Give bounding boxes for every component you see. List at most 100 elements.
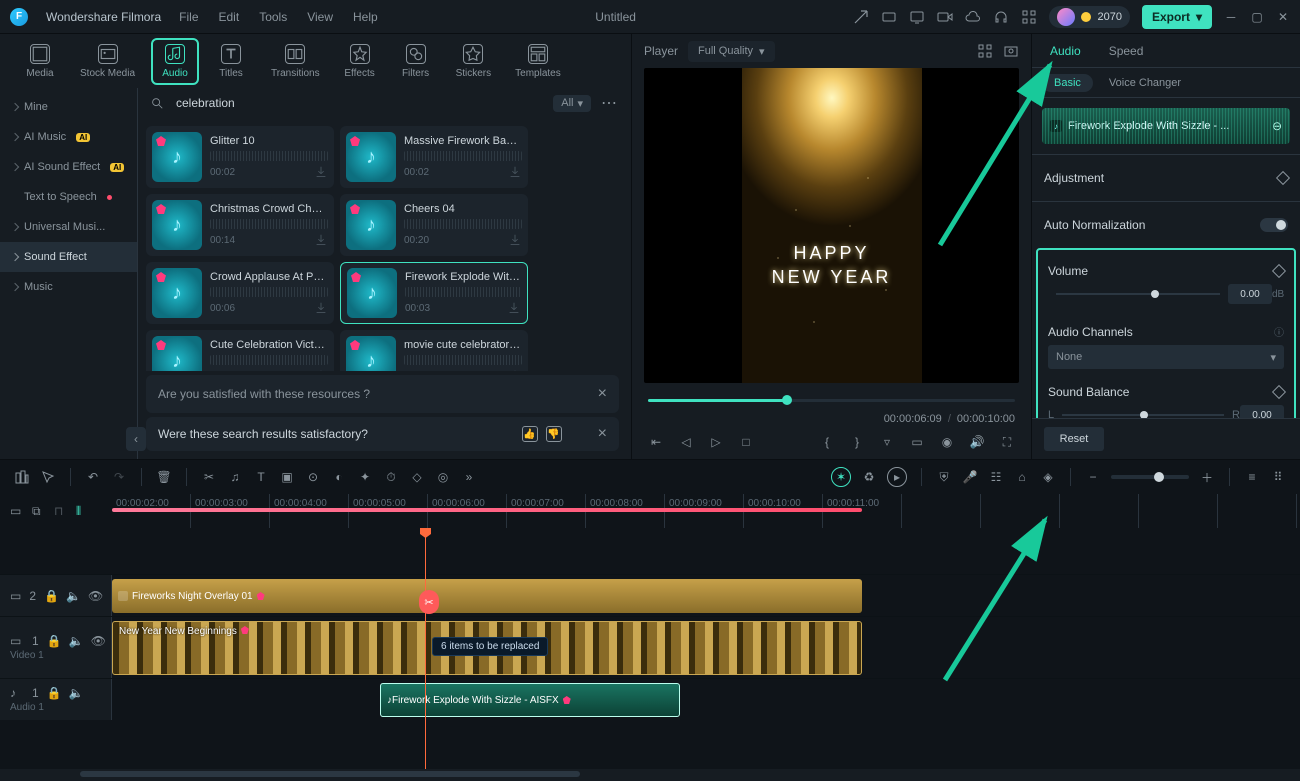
snap-icon[interactable]: ⫴: [76, 504, 90, 518]
sidebar-item-tts[interactable]: Text to Speech: [0, 182, 137, 212]
track-manage-icon[interactable]: ▭: [10, 504, 24, 518]
zoom-in-button[interactable]: ＋: [1199, 469, 1215, 485]
tag-icon[interactable]: ⌂: [1014, 469, 1030, 485]
tab-media[interactable]: Media: [16, 40, 64, 83]
keyframe-icon[interactable]: [1272, 264, 1286, 278]
timer-tool-icon[interactable]: ⏱: [383, 469, 399, 485]
subtab-voice-changer[interactable]: Voice Changer: [1109, 77, 1181, 89]
tab-stock-media[interactable]: Stock Media: [72, 40, 143, 83]
download-icon[interactable]: [314, 233, 328, 247]
tab-effects[interactable]: Effects: [336, 40, 384, 83]
menu-view[interactable]: View: [307, 10, 333, 24]
tl-select-icon[interactable]: [40, 469, 56, 485]
tab-filters[interactable]: Filters: [392, 40, 440, 83]
inspector-tab-speed[interactable]: Speed: [1109, 44, 1144, 58]
lock-icon[interactable]: 🔒: [47, 686, 61, 700]
marker-tool-icon[interactable]: ◈: [1040, 469, 1056, 485]
sidebar-item-universal[interactable]: Universal Musi...: [0, 212, 137, 242]
speed-tool-icon[interactable]: ⊙: [305, 469, 321, 485]
color-tool-icon[interactable]: ◐: [331, 469, 347, 485]
close-icon[interactable]: ×: [598, 425, 607, 443]
cloud-icon[interactable]: [965, 9, 981, 25]
pip-icon[interactable]: ▭: [909, 434, 925, 450]
more-options-icon[interactable]: ⋯: [601, 93, 619, 113]
recycle-icon[interactable]: ♻: [861, 469, 877, 485]
audio-clip-item[interactable]: Firework Explode With ...00:03: [340, 262, 528, 324]
music-tool-icon[interactable]: ♫: [227, 469, 243, 485]
screen-icon[interactable]: [909, 9, 925, 25]
mute-icon[interactable]: 🔈: [69, 634, 83, 648]
close-icon[interactable]: ×: [598, 385, 607, 403]
share-icon[interactable]: [853, 9, 869, 25]
audio-clip-item[interactable]: Christmas Crowd Chee...00:14: [146, 194, 334, 256]
tab-titles[interactable]: Titles: [207, 40, 255, 83]
sidebar-item-mine[interactable]: Mine: [0, 92, 137, 122]
download-icon[interactable]: [314, 165, 328, 179]
menu-file[interactable]: File: [179, 10, 198, 24]
menu-help[interactable]: Help: [353, 10, 378, 24]
download-icon[interactable]: [508, 369, 522, 371]
audio-channels-select[interactable]: None▾: [1048, 345, 1284, 369]
timeline-hscroll[interactable]: [0, 769, 1300, 781]
list-view-icon[interactable]: ≡: [1244, 469, 1260, 485]
nav-back-button[interactable]: ‹: [126, 427, 146, 451]
marker-icon[interactable]: ▿: [879, 434, 895, 450]
menu-tools[interactable]: Tools: [259, 10, 287, 24]
mark-out-icon[interactable]: }: [849, 434, 865, 450]
magnet-icon[interactable]: ⊓: [54, 504, 68, 518]
export-button[interactable]: Export ▾: [1142, 5, 1212, 29]
crop-tool-icon[interactable]: ▣: [279, 469, 295, 485]
scrub-bar[interactable]: [648, 391, 1015, 409]
sidebar-item-ai-music[interactable]: AI MusicAI: [0, 122, 137, 152]
download-icon[interactable]: [314, 301, 328, 315]
info-icon[interactable]: ⓘ: [1274, 324, 1284, 339]
balance-value[interactable]: 0.00: [1240, 405, 1284, 418]
text-tool-icon[interactable]: T: [253, 469, 269, 485]
split-button[interactable]: ✂: [201, 469, 217, 485]
close-button[interactable]: ✕: [1276, 10, 1290, 24]
auto-normalization-toggle[interactable]: [1260, 218, 1288, 232]
timeline-clip-overlay[interactable]: Fireworks Night Overlay 01: [112, 579, 862, 613]
track-link-icon[interactable]: ⧉: [32, 504, 46, 518]
headphones-icon[interactable]: [993, 9, 1009, 25]
inspector-tab-audio[interactable]: Audio: [1050, 44, 1081, 58]
volume-slider[interactable]: [1056, 288, 1220, 300]
thumbs-down-button[interactable]: 👎: [546, 426, 562, 442]
effects-tool-icon[interactable]: ✦: [357, 469, 373, 485]
grid-view-icon[interactable]: [977, 43, 993, 59]
subtab-basic[interactable]: Basic: [1042, 74, 1093, 92]
play-button[interactable]: ▷: [708, 434, 724, 450]
shield-icon[interactable]: ⛨: [936, 469, 952, 485]
more-tools-icon[interactable]: »: [461, 469, 477, 485]
sidebar-item-sound-effect[interactable]: Sound Effect: [0, 242, 137, 272]
playhead[interactable]: [425, 528, 426, 769]
sidebar-item-ai-sfx[interactable]: AI Sound EffectAI: [0, 152, 137, 182]
settings-icon[interactable]: ⠿: [1270, 469, 1286, 485]
step-back-button[interactable]: ◁: [678, 434, 694, 450]
lock-icon[interactable]: 🔒: [44, 589, 58, 603]
undo-button[interactable]: ↶: [85, 469, 101, 485]
visible-icon[interactable]: 👁: [88, 589, 102, 603]
zoom-slider[interactable]: [1111, 475, 1189, 479]
minimize-button[interactable]: ─: [1224, 10, 1238, 24]
preview-viewport[interactable]: HAPPY NEW YEAR: [644, 68, 1019, 383]
mic-icon[interactable]: 🎤: [962, 469, 978, 485]
snapshot-icon[interactable]: [1003, 43, 1019, 59]
timeline-ruler[interactable]: 00:00:02:0000:00:03:0000:00:04:0000:00:0…: [112, 494, 1300, 528]
balance-slider[interactable]: [1062, 409, 1224, 418]
keyframe-icon[interactable]: [1272, 385, 1286, 399]
visible-icon[interactable]: 👁: [91, 634, 105, 648]
tl-library-icon[interactable]: [14, 469, 30, 485]
zoom-out-button[interactable]: −: [1085, 469, 1101, 485]
fullscreen-icon[interactable]: ⛶: [999, 434, 1015, 450]
audio-clip-item[interactable]: Cute Celebration Victor...00:08: [146, 330, 334, 371]
mark-in-icon[interactable]: {: [819, 434, 835, 450]
reset-button[interactable]: Reset: [1044, 427, 1104, 451]
keyframe-tool-icon[interactable]: ◇: [409, 469, 425, 485]
sidebar-item-music[interactable]: Music: [0, 272, 137, 302]
mask-tool-icon[interactable]: ◎: [435, 469, 451, 485]
redo-button[interactable]: ↷: [111, 469, 127, 485]
delete-button[interactable]: 🗑: [156, 469, 172, 485]
render-button[interactable]: ▸: [887, 467, 907, 487]
device-icon[interactable]: [881, 9, 897, 25]
